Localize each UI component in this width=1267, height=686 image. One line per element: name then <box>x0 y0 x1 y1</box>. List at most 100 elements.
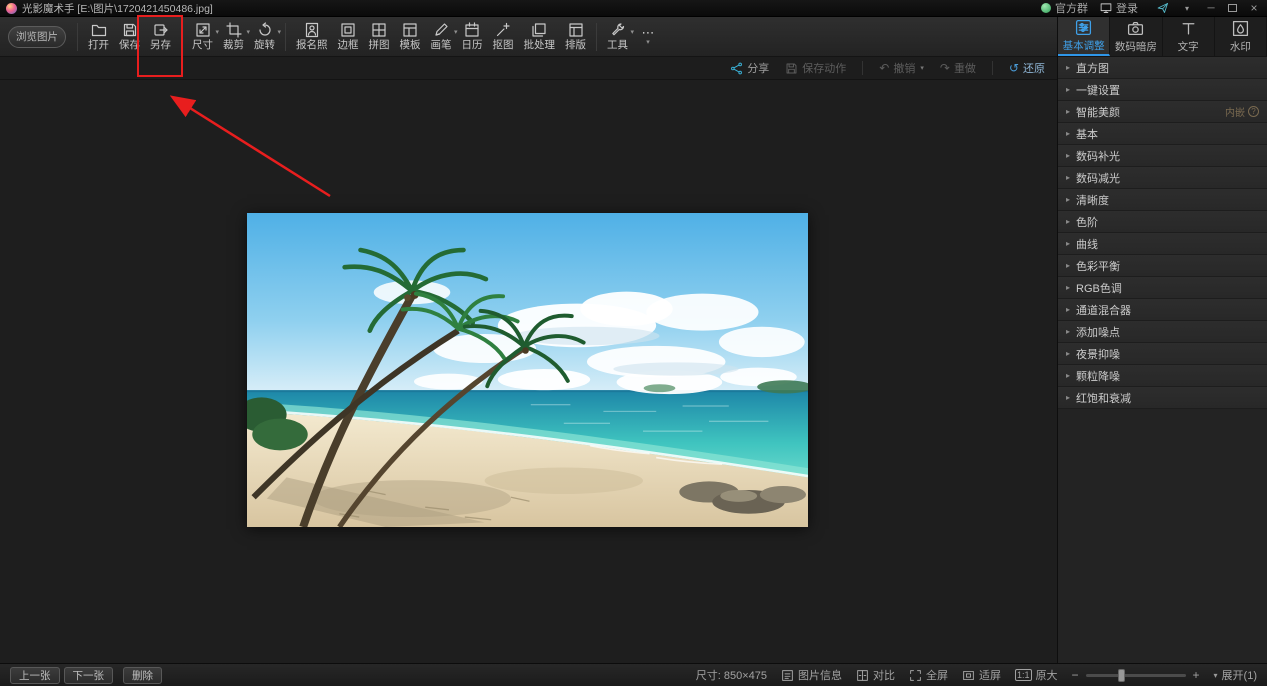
chevron-right-icon: ▸ <box>1066 327 1070 336</box>
zoom-slider-handle[interactable] <box>1118 669 1125 682</box>
delete-image-button[interactable]: 删除 <box>123 667 162 684</box>
chevron-right-icon: ▸ <box>1066 173 1070 182</box>
share-label: 分享 <box>747 60 769 76</box>
chevron-down-icon: ▾ <box>1214 671 1218 680</box>
expand-panel-button[interactable]: ▾ 展开(1) <box>1214 667 1257 683</box>
login-button[interactable]: 登录 <box>1100 0 1138 16</box>
window-title: 光影魔术手 [E:\图片\1720421450486.jpg] <box>22 1 213 16</box>
browse-images-button[interactable]: 浏览图片 <box>8 26 66 48</box>
panel-item-smart-beautify[interactable]: ▸ 智能美颜 内嵌 ? <box>1058 101 1267 123</box>
toolbar-button-id-photo[interactable]: 报名照 <box>291 19 333 55</box>
panel-item-histogram[interactable]: ▸ 直方图 <box>1058 57 1267 79</box>
panel-item-label: 数码减光 <box>1076 170 1120 186</box>
tab-watermark[interactable]: 水印 <box>1215 17 1267 56</box>
panel-item-rgb-tone[interactable]: ▸ RGB色调 <box>1058 277 1267 299</box>
tab-digital-darkroom[interactable]: 数码暗房 <box>1110 17 1162 56</box>
toolbar-button-label: 尺寸 <box>192 40 213 51</box>
login-icon <box>1100 2 1112 14</box>
toolbar-button-open[interactable]: 打开 <box>83 19 114 55</box>
toolbar-button-label: 画笔 <box>431 40 452 51</box>
toolbar-button-save-as[interactable]: 另存 <box>145 19 176 55</box>
panel-item-one-click-settings[interactable]: ▸ 一键设置 <box>1058 79 1267 101</box>
image-info-icon <box>781 669 794 682</box>
toolbar-button-tools[interactable]: ▾ 工具 <box>602 19 633 55</box>
restore-icon: ↺ <box>1009 62 1019 74</box>
status-bar: 上一张 下一张 删除 尺寸: 850×475 图片信息 对比 全屏 适屏 1:1 <box>0 663 1267 686</box>
panel-item-red-saturation-decay[interactable]: ▸ 红饱和衰减 <box>1058 387 1267 409</box>
toolbar-button-rotate[interactable]: ▾ 旋转 <box>249 19 280 55</box>
photo-beach-image[interactable] <box>247 213 808 527</box>
maximize-button[interactable] <box>1228 4 1237 12</box>
actual-size-button[interactable]: 1:1 原大 <box>1015 667 1058 683</box>
feedback-kite-icon[interactable] <box>1156 2 1170 14</box>
frame-icon <box>340 22 356 38</box>
toolbar-button-template[interactable]: 模板 <box>395 19 426 55</box>
toolbar-more-button[interactable]: ⋯ ▾ <box>633 19 663 55</box>
panel-item-label: RGB色调 <box>1076 280 1122 296</box>
share-button[interactable]: 分享 <box>730 60 769 76</box>
undo-button[interactable]: ↶ 撤销 ▾ <box>879 60 924 76</box>
panel-item-clarity[interactable]: ▸ 清晰度 <box>1058 189 1267 211</box>
toolbar-button-resize[interactable]: ▾ 尺寸 <box>187 19 218 55</box>
zoom-in-button[interactable]: + <box>1193 668 1200 682</box>
save-as-icon <box>153 22 169 38</box>
toolbar-button-label: 工具 <box>607 40 628 51</box>
panel-item-channel-mixer[interactable]: ▸ 通道混合器 <box>1058 299 1267 321</box>
compare-button[interactable]: 对比 <box>856 667 895 683</box>
toolbar-button-crop[interactable]: ▾ 裁剪 <box>218 19 249 55</box>
toolbar-button-cutout[interactable]: 抠图 <box>488 19 519 55</box>
save-action-label: 保存动作 <box>802 60 846 76</box>
save-action-button[interactable]: 保存动作 <box>785 60 846 76</box>
panel-item-label: 智能美颜 <box>1076 104 1120 120</box>
restore-label: 还原 <box>1023 60 1045 76</box>
tab-basic-adjust[interactable]: 基本调整 <box>1058 17 1110 56</box>
toolbar-button-save[interactable]: 保存 <box>114 19 145 55</box>
tab-label: 数码暗房 <box>1115 39 1157 54</box>
panel-item-label: 直方图 <box>1076 60 1109 76</box>
zoom-out-button[interactable]: − <box>1072 668 1079 682</box>
fit-screen-button[interactable]: 适屏 <box>962 667 1001 683</box>
editor-canvas[interactable] <box>0 80 1057 663</box>
chevron-down-icon[interactable]: ▾ <box>920 64 924 72</box>
panel-item-digital-fill-light[interactable]: ▸ 数码补光 <box>1058 145 1267 167</box>
panel-item-night-denoise[interactable]: ▸ 夜景抑噪 <box>1058 343 1267 365</box>
toolbar-button-batch-process[interactable]: 批处理 <box>519 19 561 55</box>
toolbar-button-collage[interactable]: 拼图 <box>364 19 395 55</box>
brush-icon <box>433 22 449 38</box>
fullscreen-icon <box>909 669 922 682</box>
panel-item-grain-denoise[interactable]: ▸ 颗粒降噪 <box>1058 365 1267 387</box>
image-size-label: 尺寸: 850×475 <box>696 667 767 683</box>
panel-item-color-balance[interactable]: ▸ 色彩平衡 <box>1058 255 1267 277</box>
close-button[interactable]: × <box>1247 1 1261 15</box>
adjustments-panel: 基本调整 数码暗房 文字 水印 ▸ 直方图 ▸ 一键设置 <box>1057 17 1267 663</box>
toolbar-button-label: 拼图 <box>369 40 390 51</box>
restore-button[interactable]: ↺ 还原 <box>1009 60 1045 76</box>
panel-item-levels[interactable]: ▸ 色阶 <box>1058 211 1267 233</box>
help-icon[interactable]: ? <box>1248 106 1259 117</box>
rotate-icon <box>257 22 273 38</box>
titlebar-chevron-down-icon[interactable]: ▾ <box>1180 4 1194 13</box>
official-group-button[interactable]: 官方群 <box>1041 0 1088 16</box>
panel-item-basic[interactable]: ▸ 基本 <box>1058 123 1267 145</box>
tab-text[interactable]: 文字 <box>1163 17 1215 56</box>
resize-icon <box>195 22 211 38</box>
fullscreen-button[interactable]: 全屏 <box>909 667 948 683</box>
next-image-button[interactable]: 下一张 <box>64 667 114 684</box>
previous-image-button[interactable]: 上一张 <box>10 667 60 684</box>
toolbar-button-frame[interactable]: 边框 <box>333 19 364 55</box>
undo-icon: ↶ <box>879 62 889 74</box>
toolbar-button-brush[interactable]: ▾ 画笔 <box>426 19 457 55</box>
panel-item-add-noise[interactable]: ▸ 添加噪点 <box>1058 321 1267 343</box>
open-icon <box>91 22 107 38</box>
group-icon <box>1041 3 1051 13</box>
image-info-label: 图片信息 <box>798 667 842 683</box>
toolbar-button-calendar[interactable]: 日历 <box>457 19 488 55</box>
redo-button[interactable]: ↷ 重做 <box>940 60 976 76</box>
fit-screen-icon <box>962 669 975 682</box>
zoom-slider[interactable] <box>1086 674 1186 677</box>
panel-item-curves[interactable]: ▸ 曲线 <box>1058 233 1267 255</box>
toolbar-button-layout[interactable]: 排版 <box>560 19 591 55</box>
image-info-button[interactable]: 图片信息 <box>781 667 842 683</box>
panel-item-digital-dim-light[interactable]: ▸ 数码减光 <box>1058 167 1267 189</box>
minimize-button[interactable]: ─ <box>1204 3 1218 14</box>
